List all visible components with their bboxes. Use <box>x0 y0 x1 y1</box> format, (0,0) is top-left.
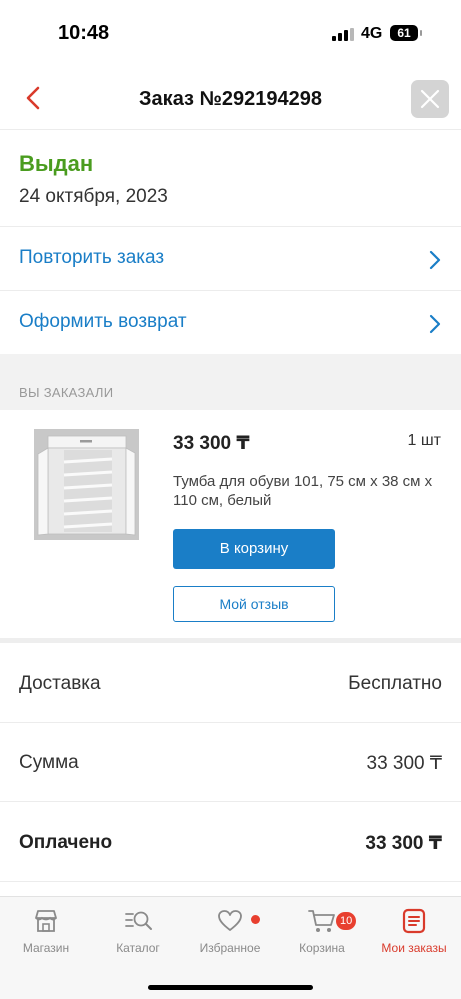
product-quantity: 1 шт <box>407 432 441 449</box>
bottom-tab-bar: Магазин Каталог Избранное Корзина 10 Мои… <box>0 896 461 999</box>
product-image[interactable] <box>34 429 139 540</box>
return-order-label: Оформить возврат <box>19 311 187 332</box>
ordered-section-label: ВЫ ЗАКАЗАЛИ <box>19 385 114 400</box>
order-header: Заказ №292194298 <box>0 66 461 130</box>
battery-icon: 61 <box>390 25 422 41</box>
tab-my-orders-label: Мои заказы <box>381 941 447 955</box>
chevron-right-icon <box>429 314 441 334</box>
tab-catalog[interactable]: Каталог <box>92 907 184 967</box>
add-to-cart-button[interactable]: В корзину <box>173 529 335 569</box>
tab-catalog-label: Каталог <box>116 941 160 955</box>
repeat-order-row[interactable]: Повторить заказ <box>0 227 461 291</box>
tab-store-label: Магазин <box>22 941 70 955</box>
catalog-search-icon <box>125 911 152 930</box>
order-date: 24 октября, 2023 <box>19 186 168 207</box>
orders-icon <box>402 908 426 934</box>
status-time: 10:48 <box>58 22 110 44</box>
shoe-cabinet-image <box>34 429 139 540</box>
product-name[interactable]: Тумба для обуви 101, 75 см x 38 см x 110… <box>173 472 433 510</box>
tab-cart-label: Корзина <box>299 941 345 955</box>
cart-icon <box>308 910 335 932</box>
close-button[interactable] <box>411 80 449 118</box>
network-type: 4G <box>361 25 383 42</box>
home-indicator <box>148 985 313 990</box>
total-value: 33 300 ₸ <box>366 753 442 774</box>
product-price: 33 300 ₸ <box>173 433 250 454</box>
total-label: Сумма <box>19 752 79 773</box>
paid-value: 33 300 ₸ <box>365 833 442 854</box>
order-status-block: Выдан 24 октября, 2023 <box>0 130 461 227</box>
summary-row-delivery: Доставка Бесплатно <box>0 643 461 723</box>
summary-row-total: Сумма 33 300 ₸ <box>0 722 461 802</box>
status-bar: 10:48 4G 61 <box>0 0 461 66</box>
signal-icon <box>332 28 354 41</box>
tab-favorites[interactable]: Избранное <box>184 907 276 967</box>
order-status: Выдан <box>19 151 94 176</box>
tab-favorites-label: Избранное <box>199 941 261 955</box>
close-icon <box>420 89 440 109</box>
favorites-notification-dot <box>251 915 260 924</box>
chevron-right-icon <box>429 250 441 270</box>
delivery-label: Доставка <box>19 673 101 694</box>
tab-cart[interactable]: Корзина 10 <box>276 907 368 967</box>
summary-row-paid: Оплачено 33 300 ₸ <box>0 802 461 882</box>
page-title: Заказ №292194298 <box>139 88 322 110</box>
order-item: 33 300 ₸ 1 шт Тумба для обуви 101, 75 см… <box>0 410 461 638</box>
cart-count-badge: 10 <box>336 912 357 930</box>
ordered-section-header: ВЫ ЗАКАЗАЛИ <box>0 354 461 410</box>
delivery-value: Бесплатно <box>348 673 442 694</box>
return-order-row[interactable]: Оформить возврат <box>0 291 461 355</box>
heart-icon <box>218 910 242 931</box>
store-icon <box>35 910 57 932</box>
tab-store[interactable]: Магазин <box>0 907 92 967</box>
my-review-button[interactable]: Мой отзыв <box>173 586 335 622</box>
repeat-order-label: Повторить заказ <box>19 247 165 268</box>
paid-label: Оплачено <box>19 832 113 853</box>
tab-my-orders[interactable]: Мои заказы <box>368 907 460 967</box>
